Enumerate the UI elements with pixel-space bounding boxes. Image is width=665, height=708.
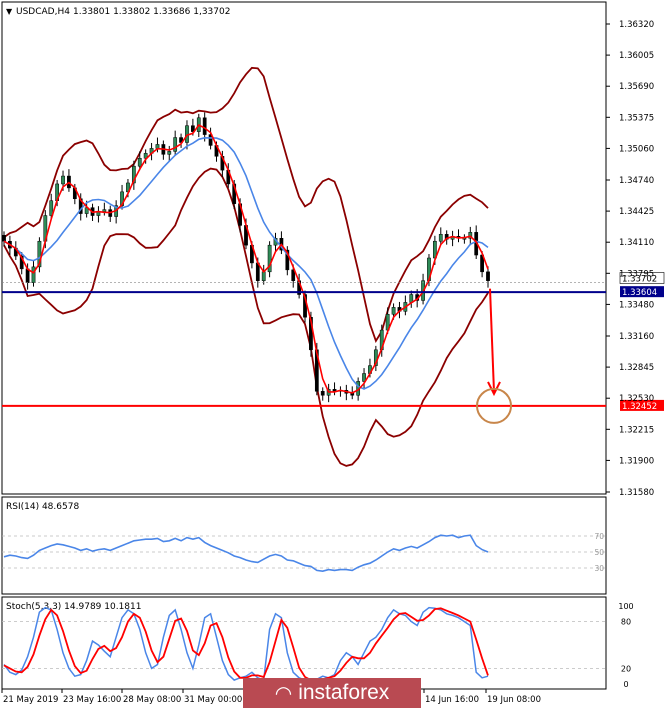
rsi-level-label: 70 [594, 532, 604, 541]
dropdown-arrow-icon[interactable]: ▼ [6, 7, 13, 16]
price-tick-label: 1.35060 [619, 144, 654, 154]
price-tick-label: 1.35690 [619, 82, 654, 92]
time-tick-label: 31 May 00:00 [184, 695, 242, 705]
candle-body [2, 235, 6, 242]
stochastic-scale-label: 0 [623, 680, 628, 689]
stochastic-scale-label: 80 [621, 618, 631, 627]
chart-header: ▼ USDCAD,H4 1.33801 1.33802 1.33686 1,33… [6, 7, 230, 17]
candle-body [102, 209, 107, 212]
price-tick-label: 1.34110 [619, 238, 654, 248]
candle-body [61, 175, 65, 185]
candle-body [173, 137, 178, 152]
candle-body [167, 151, 172, 155]
rsi-level-label: 30 [594, 564, 604, 573]
time-tick-label: 28 May 08:00 [123, 695, 181, 705]
instaforex-logo-icon: ◠ [274, 682, 293, 705]
candle-body [202, 117, 207, 135]
price-tick-label: 1.34740 [619, 176, 654, 186]
candle-body [137, 158, 142, 167]
stochastic-scale-label: 20 [621, 664, 631, 673]
symbol-label: USDCAD,H4 [16, 7, 70, 17]
time-tick-label: 14 Jun 16:00 [425, 695, 479, 705]
candle-body [391, 307, 396, 315]
price-tick-label: 1.31900 [619, 456, 654, 466]
stochastic-label: Stoch(5,3,3) 14.9789 10.1811 [6, 602, 141, 612]
watermark: ◠ instaforex [243, 678, 421, 708]
price-tick-label: 1.33480 [619, 300, 654, 310]
candle-body [155, 144, 160, 149]
candle-body [320, 391, 325, 396]
price-tick-label: 1.36320 [619, 20, 654, 30]
rsi-label: RSI(14) 48.6578 [6, 502, 79, 512]
candle-body [438, 234, 443, 242]
price-tick-label: 1.33795 [619, 269, 654, 279]
watermark-text: instaforex [298, 681, 390, 704]
time-tick-label: 19 Jun 08:00 [487, 695, 541, 705]
chart-canvas[interactable]: 1.336041.324521.33702 1.363201.360051.35… [0, 0, 665, 708]
price-tick-label: 1.32215 [619, 425, 654, 435]
price-tick-label: 1.32530 [619, 394, 654, 404]
time-tick-label: 21 May 2019 [3, 695, 58, 705]
candle-body [31, 266, 36, 283]
candle-body [261, 271, 266, 281]
price-tick-label: 1.33160 [619, 332, 654, 342]
price-tick-label: 1.32845 [619, 363, 654, 373]
price-tick-label: 1.36005 [619, 51, 654, 61]
candle-body [25, 268, 30, 283]
price-tick-label: 1.34425 [619, 207, 654, 217]
candle-body [486, 271, 490, 281]
price-tick-label: 1.35375 [619, 113, 654, 123]
time-tick-label: 23 May 16:00 [63, 695, 121, 705]
level-tag-label: 1.33604 [622, 288, 657, 298]
rsi-level-label: 50 [594, 548, 604, 557]
stochastic-scale-label: 100 [618, 602, 633, 611]
ohlc-label: 1.33801 1.33802 1.33686 1,33702 [73, 7, 230, 17]
price-tick-label: 1.31580 [619, 488, 654, 498]
